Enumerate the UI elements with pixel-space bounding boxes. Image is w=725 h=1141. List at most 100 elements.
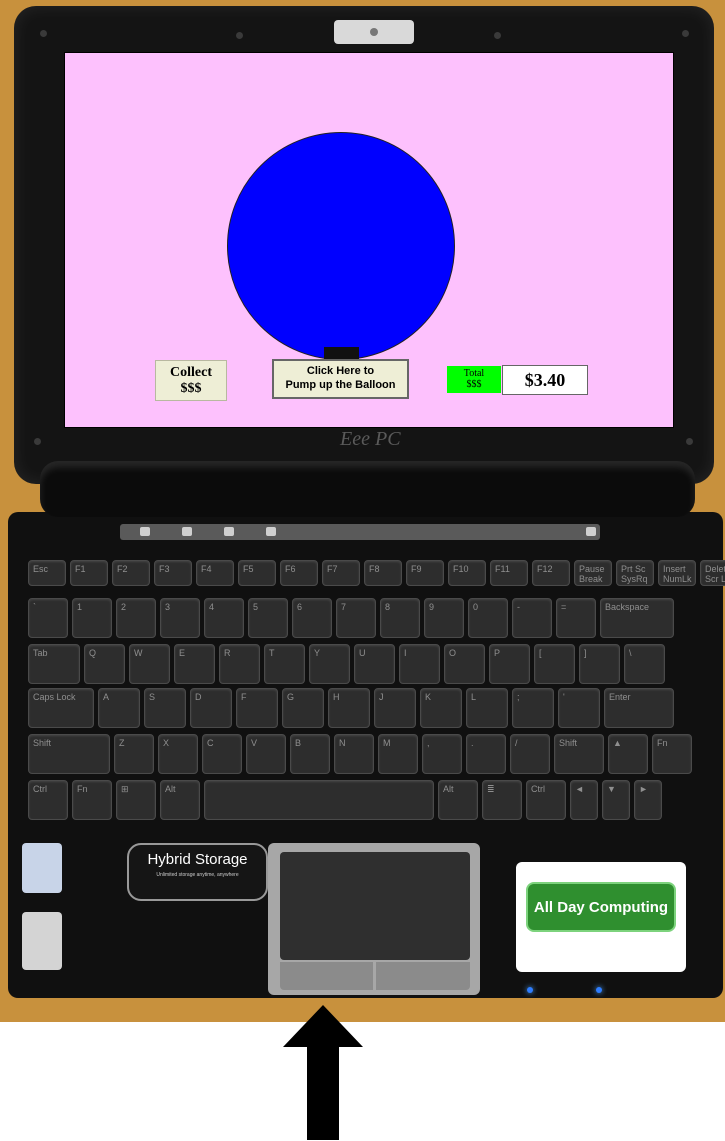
key-k[interactable]: K xyxy=(420,688,462,728)
key-9[interactable]: 9 xyxy=(424,598,464,638)
key-f2[interactable]: F2 xyxy=(112,560,150,586)
key-f10[interactable]: F10 xyxy=(448,560,486,586)
indicator-icon xyxy=(140,527,150,536)
key-i[interactable]: I xyxy=(399,644,440,684)
key-5[interactable]: 5 xyxy=(248,598,288,638)
touchpad-right-button[interactable] xyxy=(376,962,470,990)
key-alt[interactable]: Alt xyxy=(438,780,478,820)
key-f7[interactable]: F7 xyxy=(322,560,360,586)
key-ctrl[interactable]: Ctrl xyxy=(526,780,566,820)
key-e[interactable]: E xyxy=(174,644,215,684)
key-symbol[interactable]: ► xyxy=(634,780,662,820)
webcam-lens-icon xyxy=(370,28,378,36)
indicator-icon xyxy=(224,527,234,536)
key-g[interactable]: G xyxy=(282,688,324,728)
indicator-icon xyxy=(266,527,276,536)
key-symbol[interactable]: ⊞ xyxy=(116,780,156,820)
key-y[interactable]: Y xyxy=(309,644,350,684)
key-l[interactable]: L xyxy=(466,688,508,728)
key-space[interactable] xyxy=(204,780,434,820)
total-label-line1: Total xyxy=(463,368,485,379)
key-f8[interactable]: F8 xyxy=(364,560,402,586)
key-symbol[interactable]: [ xyxy=(534,644,575,684)
key-a[interactable]: A xyxy=(98,688,140,728)
key-f4[interactable]: F4 xyxy=(196,560,234,586)
key-b[interactable]: B xyxy=(290,734,330,774)
key-r[interactable]: R xyxy=(219,644,260,684)
key-symbol[interactable]: , xyxy=(422,734,462,774)
pump-balloon-button[interactable]: Click Here to Pump up the Balloon xyxy=(272,359,409,399)
key-w[interactable]: W xyxy=(129,644,170,684)
key-u[interactable]: U xyxy=(354,644,395,684)
key-2[interactable]: 2 xyxy=(116,598,156,638)
touchpad[interactable] xyxy=(280,852,470,960)
key-symbol[interactable]: ▼ xyxy=(602,780,630,820)
key-prt-sc-sysrq[interactable]: Prt Sc SysRq xyxy=(616,560,654,586)
key-enter[interactable]: Enter xyxy=(604,688,674,728)
key-tab[interactable]: Tab xyxy=(28,644,80,684)
key-pause-break[interactable]: Pause Break xyxy=(574,560,612,586)
key-delete-scr-lk[interactable]: Delete Scr Lk xyxy=(700,560,725,586)
key-symbol[interactable]: . xyxy=(466,734,506,774)
key-f3[interactable]: F3 xyxy=(154,560,192,586)
webcam xyxy=(334,20,414,44)
key-c[interactable]: C xyxy=(202,734,242,774)
key-symbol[interactable]: ] xyxy=(579,644,620,684)
key-symbol[interactable]: ◄ xyxy=(570,780,598,820)
key-o[interactable]: O xyxy=(444,644,485,684)
key-ctrl[interactable]: Ctrl xyxy=(28,780,68,820)
key-q[interactable]: Q xyxy=(84,644,125,684)
key-symbol[interactable]: \ xyxy=(624,644,665,684)
key-symbol[interactable]: ; xyxy=(512,688,554,728)
key-f12[interactable]: F12 xyxy=(532,560,570,586)
key-insert-numlk[interactable]: Insert NumLk xyxy=(658,560,696,586)
key-symbol[interactable]: ▲ xyxy=(608,734,648,774)
key-f1[interactable]: F1 xyxy=(70,560,108,586)
hybrid-storage-subtitle: Unlimited storage anytime, anywhere xyxy=(156,872,239,878)
screw-icon xyxy=(682,30,689,37)
touchpad-left-button[interactable] xyxy=(280,962,373,990)
key-j[interactable]: J xyxy=(374,688,416,728)
collect-button-line2: $$$ xyxy=(180,380,202,396)
key-v[interactable]: V xyxy=(246,734,286,774)
intel-atom-sticker xyxy=(22,843,62,893)
key-0[interactable]: 0 xyxy=(468,598,508,638)
key-f9[interactable]: F9 xyxy=(406,560,444,586)
key-esc[interactable]: Esc xyxy=(28,560,66,586)
key-shift[interactable]: Shift xyxy=(554,734,604,774)
key-symbol[interactable]: = xyxy=(556,598,596,638)
key-symbol[interactable]: ' xyxy=(558,688,600,728)
key-symbol[interactable]: ` xyxy=(28,598,68,638)
key-d[interactable]: D xyxy=(190,688,232,728)
key-8[interactable]: 8 xyxy=(380,598,420,638)
key-7[interactable]: 7 xyxy=(336,598,376,638)
status-led-icon xyxy=(596,987,602,993)
key-p[interactable]: P xyxy=(489,644,530,684)
key-4[interactable]: 4 xyxy=(204,598,244,638)
key-n[interactable]: N xyxy=(334,734,374,774)
key-f[interactable]: F xyxy=(236,688,278,728)
key-alt[interactable]: Alt xyxy=(160,780,200,820)
key-f11[interactable]: F11 xyxy=(490,560,528,586)
key-h[interactable]: H xyxy=(328,688,370,728)
key-caps-lock[interactable]: Caps Lock xyxy=(28,688,94,728)
keyboard: Esc F1 F2 F3 F4 F5 F6 F7 F8 F9 F10 F11 F12 Pause Brea… xyxy=(28,560,725,828)
key-symbol[interactable]: / xyxy=(510,734,550,774)
key-fn[interactable]: Fn xyxy=(652,734,692,774)
key-f6[interactable]: F6 xyxy=(280,560,318,586)
key-3[interactable]: 3 xyxy=(160,598,200,638)
key-backspace[interactable]: Backspace xyxy=(600,598,674,638)
collect-money-button[interactable]: Collect $$$ xyxy=(155,360,227,401)
key-t[interactable]: T xyxy=(264,644,305,684)
key-symbol[interactable]: - xyxy=(512,598,552,638)
key-x[interactable]: X xyxy=(158,734,198,774)
key-1[interactable]: 1 xyxy=(72,598,112,638)
key-f5[interactable]: F5 xyxy=(238,560,276,586)
key-symbol[interactable]: ≣ xyxy=(482,780,522,820)
key-fn[interactable]: Fn xyxy=(72,780,112,820)
key-6[interactable]: 6 xyxy=(292,598,332,638)
key-shift[interactable]: Shift xyxy=(28,734,110,774)
key-m[interactable]: M xyxy=(378,734,418,774)
key-s[interactable]: S xyxy=(144,688,186,728)
key-z[interactable]: Z xyxy=(114,734,154,774)
